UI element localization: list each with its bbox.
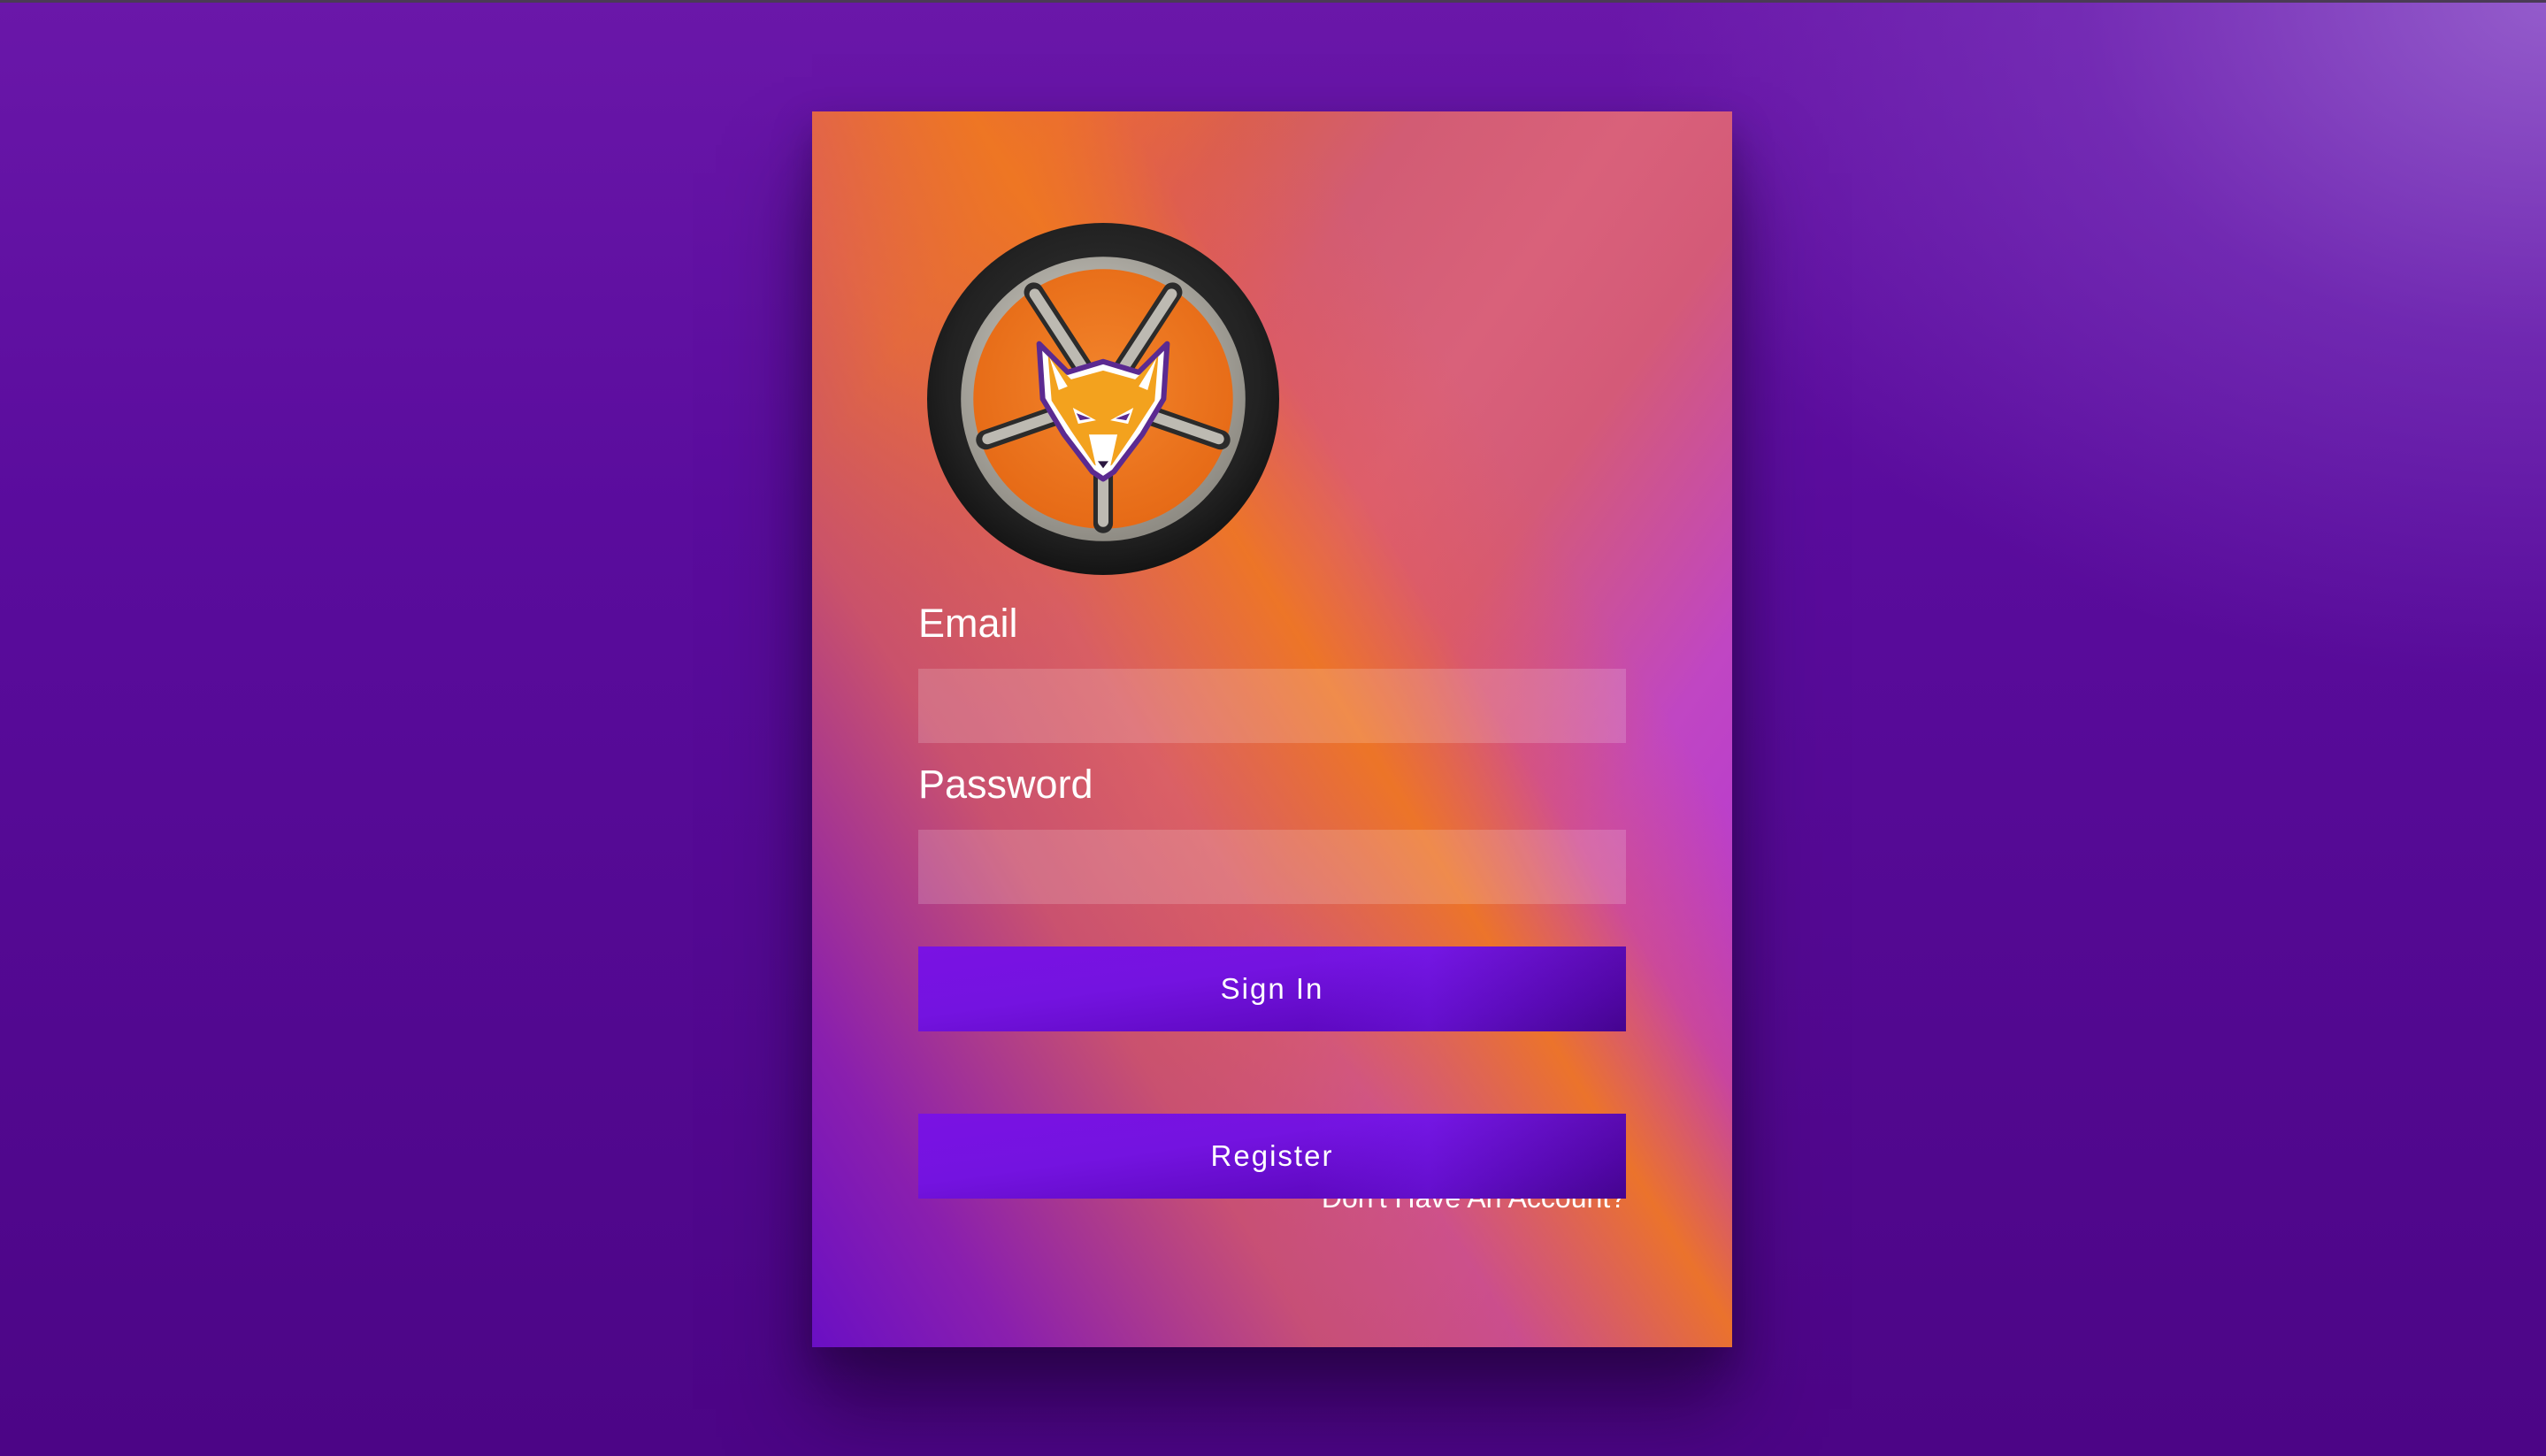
sign-in-button[interactable]: Sign In bbox=[918, 946, 1626, 1031]
fox-wheel-logo-svg bbox=[927, 223, 1279, 575]
email-field[interactable] bbox=[918, 669, 1626, 743]
password-label: Password bbox=[918, 762, 1093, 807]
register-button-label: Register bbox=[1210, 1139, 1334, 1172]
window-top-rule bbox=[0, 0, 2546, 3]
password-field[interactable] bbox=[918, 830, 1626, 904]
login-card: Email Password Sign In Don't Have An Acc… bbox=[812, 111, 1732, 1347]
sign-in-button-label: Sign In bbox=[1220, 972, 1324, 1005]
fox-wheel-logo-icon bbox=[925, 221, 1281, 577]
email-label: Email bbox=[918, 601, 1018, 646]
register-button[interactable]: Register bbox=[918, 1114, 1626, 1199]
login-card-inner: Email Password Sign In Don't Have An Acc… bbox=[812, 111, 1732, 1347]
